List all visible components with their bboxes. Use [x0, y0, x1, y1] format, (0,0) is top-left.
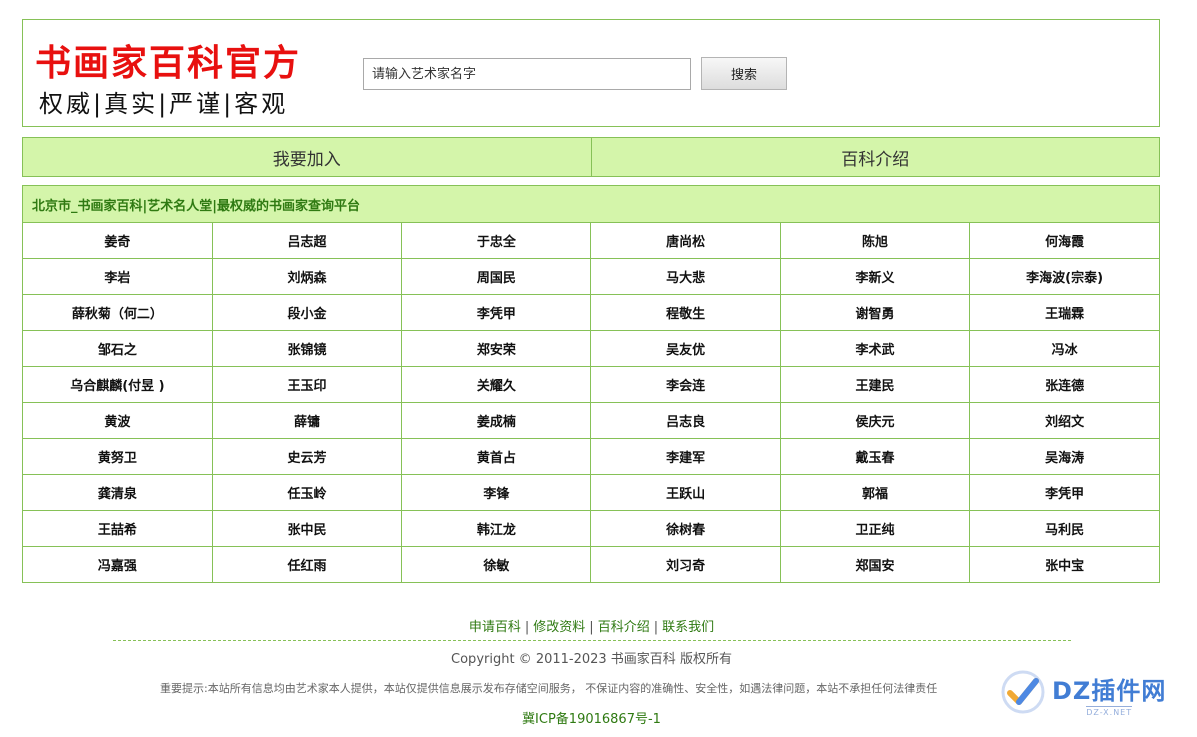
artist-name-cell[interactable]: 徐树春: [590, 510, 781, 547]
artist-name-cell[interactable]: 吴海涛: [969, 438, 1159, 475]
table-row: 邹石之 张锦镜 郑安荣 吴友优 李术武 冯冰: [23, 330, 1159, 367]
artist-name-cell[interactable]: 戴玉春: [779, 438, 971, 475]
artist-name-cell[interactable]: 薛镛: [211, 402, 403, 439]
artist-name-cell[interactable]: 刘绍文: [969, 402, 1159, 439]
nav-item-join[interactable]: 我要加入: [23, 138, 591, 176]
artist-name-cell[interactable]: 王瑞霖: [969, 294, 1159, 331]
artist-name-cell[interactable]: 王建民: [779, 366, 971, 403]
artist-name-cell[interactable]: 黄努卫: [23, 438, 213, 475]
table-row: 王喆希 张中民 韩江龙 徐树春 卫正纯 马利民: [23, 510, 1159, 547]
artist-name-cell[interactable]: 邹石之: [23, 330, 213, 367]
artist-name-cell[interactable]: 张锦镜: [211, 330, 403, 367]
artist-name-cell[interactable]: 何海霞: [969, 223, 1159, 259]
table-row: 李岩 刘炳森 周国民 马大悲 李新义 李海波(宗泰): [23, 258, 1159, 295]
artist-name-cell[interactable]: 吕志良: [590, 402, 781, 439]
artist-name-cell[interactable]: 薛秋菊（何二）: [23, 294, 213, 331]
artist-name-cell[interactable]: 郑国安: [779, 546, 971, 582]
artist-list-heading: 北京市_书画家百科|艺术名人堂|最权威的书画家查询平台: [23, 186, 1159, 223]
artist-name-cell[interactable]: 乌合麒麟(付昱 ): [23, 366, 213, 403]
artist-name-cell[interactable]: 李会连: [590, 366, 781, 403]
footer-link-about[interactable]: 百科介绍: [598, 620, 650, 635]
table-row: 黄努卫 史云芳 黄首占 李建军 戴玉春 吴海涛: [23, 438, 1159, 475]
artist-name-cell[interactable]: 李岩: [23, 258, 213, 295]
artist-name-cell[interactable]: 段小金: [211, 294, 403, 331]
table-row: 薛秋菊（何二） 段小金 李凭甲 程敬生 谢智勇 王瑞霖: [23, 294, 1159, 331]
table-row: 黄波 薛镛 姜成楠 吕志良 侯庆元 刘绍文: [23, 402, 1159, 439]
artist-name-cell[interactable]: 任红雨: [211, 546, 403, 582]
artist-name-cell[interactable]: 侯庆元: [779, 402, 971, 439]
artist-name-cell[interactable]: 韩江龙: [401, 510, 592, 547]
artist-name-cell[interactable]: 刘炳森: [211, 258, 403, 295]
artist-name-cell[interactable]: 卫正纯: [779, 510, 971, 547]
watermark-title: DZ插件网: [1052, 677, 1167, 705]
artist-name-cell[interactable]: 任玉岭: [211, 474, 403, 511]
artist-name-cell[interactable]: 张中民: [211, 510, 403, 547]
artist-name-cell[interactable]: 史云芳: [211, 438, 403, 475]
artist-name-cell[interactable]: 李凭甲: [401, 294, 592, 331]
main-nav: 我要加入 百科介绍: [22, 137, 1160, 177]
artist-name-cell[interactable]: 张连德: [969, 366, 1159, 403]
artist-name-cell[interactable]: 谢智勇: [779, 294, 971, 331]
table-row: 姜奇 吕志超 于忠全 唐尚松 陈旭 何海霞: [23, 223, 1159, 259]
artist-name-cell[interactable]: 冯嘉强: [23, 546, 213, 582]
artist-name-cell[interactable]: 周国民: [401, 258, 592, 295]
artist-name-cell[interactable]: 吕志超: [211, 223, 403, 259]
footer-divider: [113, 640, 1071, 641]
nav-item-about[interactable]: 百科介绍: [590, 138, 1160, 176]
table-row: 乌合麒麟(付昱 ) 王玉印 关耀久 李会连 王建民 张连德: [23, 366, 1159, 403]
artist-name-cell[interactable]: 王玉印: [211, 366, 403, 403]
site-logo-subtitle: 权威|真实|严谨|客观: [39, 90, 289, 118]
artist-name-cell[interactable]: 郭福: [779, 474, 971, 511]
artist-name-cell[interactable]: 于忠全: [401, 223, 592, 259]
artist-name-cell[interactable]: 关耀久: [401, 366, 592, 403]
table-row: 冯嘉强 任红雨 徐敏 刘习奇 郑国安 张中宝: [23, 546, 1159, 582]
artist-name-cell[interactable]: 张中宝: [969, 546, 1159, 582]
artist-name-cell[interactable]: 王跃山: [590, 474, 781, 511]
footer-separator: |: [524, 620, 530, 635]
artist-name-cell[interactable]: 李建军: [590, 438, 781, 475]
artist-name-cell[interactable]: 徐敏: [401, 546, 592, 582]
footer-link-edit[interactable]: 修改资料: [533, 620, 585, 635]
footer-link-apply[interactable]: 申请百科: [469, 620, 521, 635]
artist-name-cell[interactable]: 李新义: [779, 258, 971, 295]
artist-name-cell[interactable]: 李海波(宗泰): [969, 258, 1159, 295]
artist-name-cell[interactable]: 冯冰: [969, 330, 1159, 367]
artist-name-cell[interactable]: 姜成楠: [401, 402, 592, 439]
search-input[interactable]: [363, 58, 691, 90]
artist-name-cell[interactable]: 郑安荣: [401, 330, 592, 367]
table-row: 龚清泉 任玉岭 李锋 王跃山 郭福 李凭甲: [23, 474, 1159, 511]
artist-name-cell[interactable]: 李锋: [401, 474, 592, 511]
footer-separator: |: [589, 620, 594, 635]
artist-name-cell[interactable]: 程敬生: [590, 294, 781, 331]
artist-name-cell[interactable]: 姜奇: [23, 223, 213, 259]
legal-notice: 重要提示:本站所有信息均由艺术家本人提供，本站仅提供信息展示发布存储空间服务， …: [160, 682, 938, 695]
artist-name-cell[interactable]: 刘习奇: [590, 546, 781, 582]
artist-name-cell[interactable]: 李术武: [779, 330, 971, 367]
artist-name-cell[interactable]: 李凭甲: [969, 474, 1159, 511]
dz-watermark: DZ插件网 DZ-X.NET: [1000, 664, 1190, 724]
artist-name-cell[interactable]: 王喆希: [23, 510, 213, 547]
site-header: 书画家百科官方 权威|真实|严谨|客观 搜索: [22, 19, 1160, 127]
artist-name-cell[interactable]: 黄首占: [401, 438, 592, 475]
site-logo-title[interactable]: 书画家百科官方: [35, 34, 301, 86]
dz-check-logo-icon: [1000, 669, 1046, 719]
artist-name-cell[interactable]: 唐尚松: [590, 223, 781, 259]
artist-list: 北京市_书画家百科|艺术名人堂|最权威的书画家查询平台 姜奇 吕志超 于忠全 唐尚松陈…: [22, 185, 1160, 583]
artist-table: 姜奇 吕志超 于忠全 唐尚松 陈旭 何海霞 李岩 刘炳森 周国民 马大悲 李新义 李海波(宗泰) 薛秋菊…: [23, 223, 1159, 582]
artist-name-cell[interactable]: 马大悲: [590, 258, 781, 295]
artist-name-cell[interactable]: 陈旭: [779, 223, 971, 259]
artist-name-cell[interactable]: 吴友优: [590, 330, 781, 367]
footer-links: 申请百科 | 修改资料 | 百科介绍 | 联系我们: [0, 616, 1183, 635]
footer-separator: |: [653, 620, 659, 635]
artist-name-cell[interactable]: 龚清泉: [23, 474, 213, 511]
artist-name-cell[interactable]: 马利民: [969, 510, 1159, 547]
footer-link-contact[interactable]: 联系我们: [662, 620, 714, 635]
search-button[interactable]: 搜索: [701, 57, 787, 90]
watermark-subtitle: DZ-X.NET: [1086, 706, 1133, 717]
artist-name-cell[interactable]: 黄波: [23, 402, 213, 439]
